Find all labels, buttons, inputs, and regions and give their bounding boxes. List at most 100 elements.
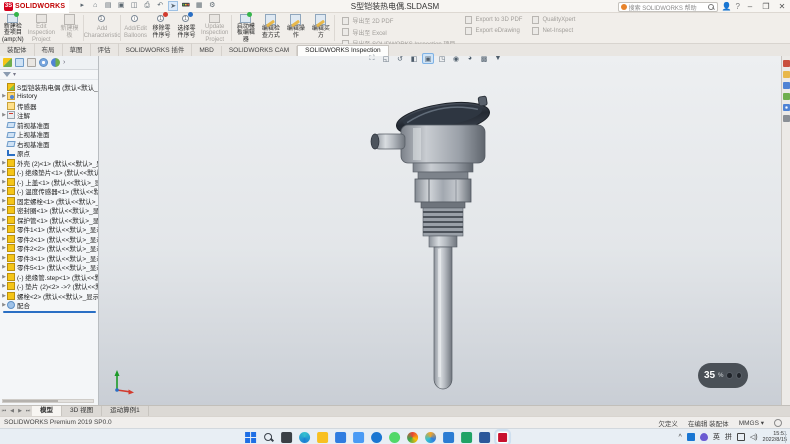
scrollbar-thumb[interactable] <box>3 400 58 402</box>
tab-nav-first-icon[interactable]: ⏮ <box>0 406 8 416</box>
help-search-box[interactable]: 搜索 SOLIDWORKS 帮助 <box>618 2 718 12</box>
tree-row-component[interactable]: ▶外壳 (2)<1> (默认<<默认>_显示状态 <box>1 158 98 168</box>
apply-scene-icon[interactable]: ▩ <box>478 53 490 64</box>
dimxpertmanager-icon[interactable] <box>39 58 48 67</box>
language-indicator[interactable]: 英 <box>713 432 720 442</box>
panel-horizontal-scrollbar[interactable] <box>2 399 94 403</box>
display-style-icon[interactable]: ◳ <box>436 53 448 64</box>
tab-mbd[interactable]: MBD <box>192 46 221 56</box>
taskbar-search-icon[interactable] <box>263 432 274 443</box>
section-view-icon[interactable]: ◧ <box>408 53 420 64</box>
tab-cam[interactable]: SOLIDWORKS CAM <box>222 46 297 56</box>
tree-row-origin[interactable]: 原点 <box>1 149 98 159</box>
tree-row-front-plane[interactable]: 前视基准面 <box>1 120 98 130</box>
options-icon[interactable]: ⚙ <box>207 1 217 11</box>
hidden-icons-chevron[interactable]: ^ <box>679 434 682 441</box>
tab-nav-last-icon[interactable]: ⏭ <box>24 406 32 416</box>
thermocouple-model[interactable] <box>355 95 525 395</box>
tray-onedrive-icon[interactable] <box>687 433 695 441</box>
undo-icon[interactable]: ↶ <box>155 1 165 11</box>
save-icon[interactable]: ◫ <box>129 1 139 11</box>
file-explorer-icon[interactable] <box>317 432 328 443</box>
zoom-out-icon[interactable] <box>726 372 732 379</box>
panel-tabs-overflow-icon[interactable]: › <box>63 58 65 67</box>
graphics-viewport[interactable]: ⛶ ◱ ↺ ◧ ▣ ◳ ◉ ◕ ▩ ▼ <box>99 56 781 405</box>
expand-arrow-icon[interactable]: ▸ <box>77 1 87 11</box>
home-icon[interactable]: ⌂ <box>90 1 100 11</box>
word-icon[interactable] <box>479 432 490 443</box>
solidworks-taskbar-icon[interactable] <box>497 432 508 443</box>
tab-assembly[interactable]: 装配体 <box>0 43 35 56</box>
previous-view-icon[interactable]: ↺ <box>394 53 406 64</box>
ime-indicator[interactable]: 拼 <box>725 432 732 442</box>
tree-root[interactable]: S型铠装热电偶 (默认<默认_显示状态-1 <box>1 82 98 92</box>
tree-row-mates[interactable]: ▶配合 <box>1 301 98 311</box>
restore-button[interactable]: ❐ <box>760 1 772 13</box>
tab-model[interactable]: 模型 <box>32 406 62 416</box>
tab-nav-prev-icon[interactable]: ◀ <box>8 406 16 416</box>
tab-nav-next-icon[interactable]: ▶ <box>16 406 24 416</box>
tab-sketch[interactable]: 草图 <box>63 43 91 56</box>
close-button[interactable]: ✕ <box>776 1 788 13</box>
file-explorer-pane-icon[interactable] <box>783 82 790 89</box>
tab-3d-views[interactable]: 3D 视图 <box>62 406 102 416</box>
tree-row-component[interactable]: ▶(-) 绝缘垫片<1> (默认<<默认>_显示状 <box>1 168 98 178</box>
displaymanager-icon[interactable] <box>51 58 60 67</box>
filter-caret-icon[interactable]: ▾ <box>13 71 16 78</box>
tree-row-component[interactable]: ▶零件2<1> (默认<<默认>_显示状态 <box>1 234 98 244</box>
blue-doc-icon[interactable] <box>443 432 454 443</box>
new-document-icon[interactable]: ▤ <box>103 1 113 11</box>
tree-filter[interactable]: ▾ <box>0 70 98 80</box>
view-palette-icon[interactable] <box>783 93 790 100</box>
zoom-in-icon[interactable] <box>736 372 742 379</box>
tree-row-history[interactable]: ▶History <box>1 92 98 102</box>
remove-balloons-button[interactable]: 1 移除零 件序号 <box>149 13 174 43</box>
file-properties-icon[interactable]: ▦ <box>194 1 204 11</box>
tree-row-right-plane[interactable]: 右视基准面 <box>1 139 98 149</box>
rollback-bar[interactable] <box>3 311 96 313</box>
chrome-icon[interactable] <box>407 432 418 443</box>
edit-inspection-methods-button[interactable]: 编辑检 查方式 <box>258 13 283 43</box>
open-icon[interactable]: ▣ <box>116 1 126 11</box>
configurationmanager-icon[interactable] <box>27 58 36 67</box>
select-balloons-button[interactable]: 1 选择零 件序号 <box>174 13 199 43</box>
propertymanager-icon[interactable] <box>15 58 24 67</box>
green-app-icon[interactable] <box>389 432 400 443</box>
resources-icon[interactable] <box>783 60 790 67</box>
tree-row-component[interactable]: ▶固定螺栓<1> (默认<<默认>_显示状 <box>1 196 98 206</box>
units-selector[interactable]: MMGS ▾ <box>739 419 764 427</box>
tree-row-component[interactable]: ▶零件1<1> (默认<<默认>_显示状态 <box>1 225 98 235</box>
zoom-area-icon[interactable]: ◱ <box>380 53 392 64</box>
tab-motion-study[interactable]: 运动算例1 <box>102 406 149 416</box>
task-view-icon[interactable] <box>281 432 292 443</box>
zoom-indicator[interactable]: 35 % <box>698 363 748 388</box>
tab-addins[interactable]: SOLIDWORKS 插件 <box>119 43 193 56</box>
security-shield-icon[interactable] <box>700 433 708 441</box>
tree-row-component[interactable]: ▶螺栓<2> (默认<<默认>_显示状态 <box>1 291 98 301</box>
edit-customers-button[interactable]: 编辑买 方 <box>308 13 333 43</box>
minimize-button[interactable]: – <box>744 1 756 13</box>
edit-appearance-icon[interactable]: ◕ <box>464 53 476 64</box>
tab-evaluate[interactable]: 评估 <box>91 43 119 56</box>
onedrive-icon[interactable] <box>371 432 382 443</box>
new-inspection-project-button[interactable]: 新建检 查项目 (amp;N) <box>0 13 26 43</box>
featuremanager-tree-icon[interactable] <box>3 58 12 67</box>
tree-row-component[interactable]: ▶零件2<2> (默认<<默认>_显示状态 <box>1 244 98 254</box>
view-settings-icon[interactable]: ▼ <box>492 53 504 64</box>
print-icon[interactable]: ⎙ <box>142 1 152 11</box>
network-display-icon[interactable] <box>737 433 745 441</box>
store-icon[interactable] <box>353 432 364 443</box>
user-icon[interactable]: 👤 <box>722 1 732 13</box>
volume-icon[interactable]: ◁) <box>750 433 758 441</box>
zoom-fit-icon[interactable]: ⛶ <box>366 53 378 64</box>
tree-row-component[interactable]: ▶(-) 温度传感器<1> (默认<<默认>_显 <box>1 187 98 197</box>
tree-row-component[interactable]: ▶零件3<1> (默认<<默认>_显示状态 <box>1 253 98 263</box>
show-desktop-button[interactable] <box>785 431 787 443</box>
tree-row-component[interactable]: ▶零件5<1> (默认<<默认>_显示状态 <box>1 263 98 273</box>
tree-row-component[interactable]: ▶密封圈<1> (默认<<默认>_显示状态 <box>1 206 98 216</box>
rebuild-icon[interactable]: 🚥 <box>181 1 191 11</box>
custom-properties-icon[interactable] <box>783 115 790 122</box>
help-icon[interactable]: ? <box>736 1 740 13</box>
tree-row-component[interactable]: ▶(-) 垫片 (2)<2> ->? (默认<<默认> <box>1 282 98 292</box>
select-cursor-icon[interactable]: ➤ <box>168 1 178 11</box>
